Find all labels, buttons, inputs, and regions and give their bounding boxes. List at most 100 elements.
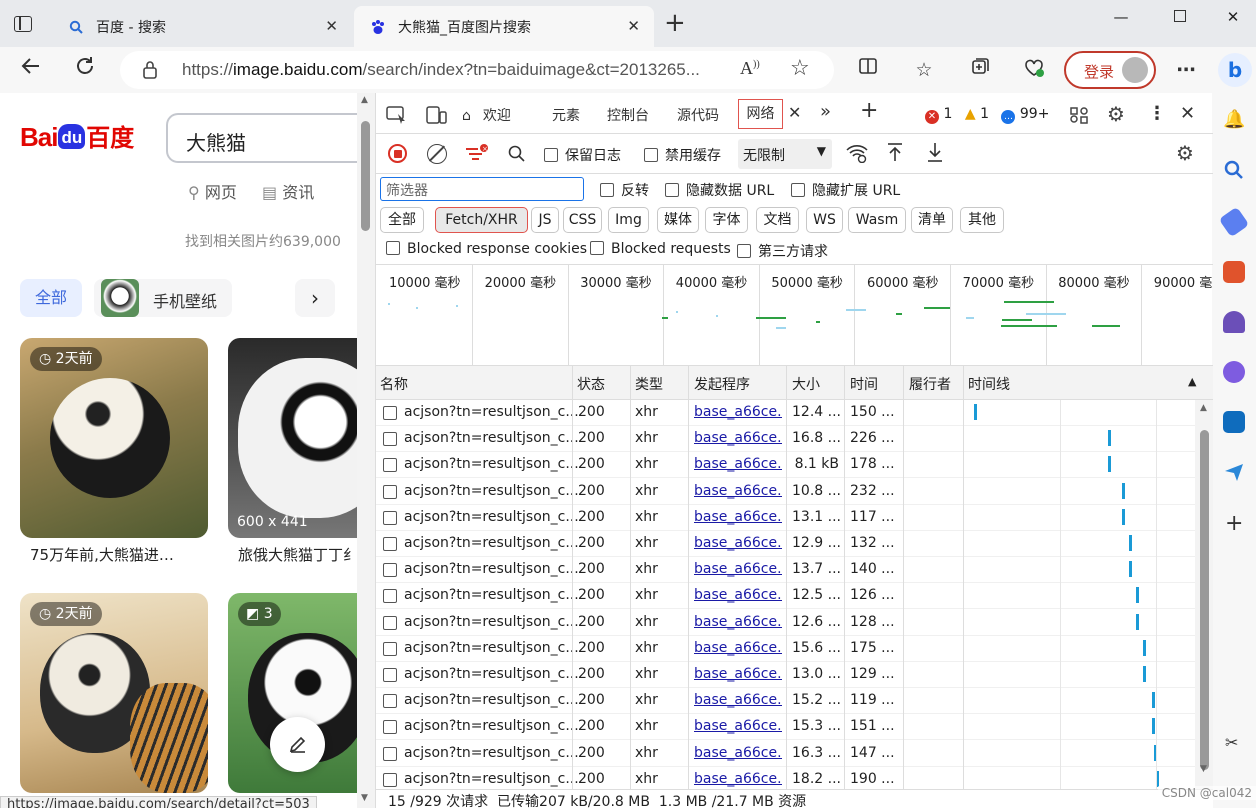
maximize-button[interactable] bbox=[1157, 4, 1203, 30]
export-har-icon[interactable] bbox=[926, 141, 944, 167]
cell-name[interactable]: acjson?tn=resultjson_c... bbox=[404, 666, 579, 682]
tab-network[interactable]: 网络 bbox=[738, 99, 783, 129]
cell-initiator[interactable]: base_a66ce... bbox=[694, 666, 782, 682]
edit-fab-button[interactable] bbox=[270, 717, 325, 772]
cell-initiator[interactable]: base_a66ce... bbox=[694, 745, 782, 761]
outlook-icon[interactable] bbox=[1223, 411, 1245, 433]
add-tab-icon[interactable]: + bbox=[860, 98, 878, 123]
invert-checkbox[interactable]: 反转 bbox=[600, 180, 649, 200]
image-card[interactable]: ◷ 2天前 bbox=[20, 338, 208, 538]
cell-initiator[interactable]: base_a66ce... bbox=[694, 456, 782, 472]
type-filter-other[interactable]: 其他 bbox=[960, 207, 1004, 233]
favorite-star-icon[interactable]: ☆ bbox=[790, 56, 810, 81]
tab-sources[interactable]: 源代码 bbox=[677, 105, 719, 125]
cell-name[interactable]: acjson?tn=resultjson_c... bbox=[404, 430, 579, 446]
games-icon[interactable] bbox=[1223, 311, 1245, 333]
screenshot-icon[interactable]: ✂ bbox=[1225, 733, 1238, 752]
shopping-tag-icon[interactable] bbox=[1218, 206, 1250, 238]
cell-name[interactable]: acjson?tn=resultjson_c... bbox=[404, 587, 579, 603]
checkbox[interactable] bbox=[600, 183, 614, 197]
tab-welcome[interactable]: ⌂ 欢迎 bbox=[462, 105, 511, 125]
cell-name[interactable]: acjson?tn=resultjson_c... bbox=[404, 535, 579, 551]
nav-web[interactable]: ⚲ 网页 bbox=[188, 179, 237, 203]
col-status[interactable]: 状态 bbox=[577, 374, 605, 394]
refresh-button[interactable] bbox=[70, 55, 100, 85]
close-icon[interactable]: ✕ bbox=[788, 103, 801, 122]
type-filter-css[interactable]: CSS bbox=[563, 207, 602, 233]
row-checkbox[interactable] bbox=[383, 641, 397, 656]
type-filter-wasm[interactable]: Wasm bbox=[848, 207, 906, 233]
image-caption[interactable]: 75万年前,大熊猫进… bbox=[30, 544, 174, 565]
cell-name[interactable]: acjson?tn=resultjson_c... bbox=[404, 614, 579, 630]
tab-baidu-search[interactable]: 百度 - 搜索 ✕ bbox=[52, 6, 352, 47]
cell-name[interactable]: acjson?tn=resultjson_c... bbox=[404, 483, 579, 499]
cell-name[interactable]: acjson?tn=resultjson_c... bbox=[404, 404, 579, 420]
cell-initiator[interactable]: base_a66ce... bbox=[694, 614, 782, 630]
more-menu-icon[interactable]: ⋯ bbox=[1172, 56, 1200, 84]
filter-input[interactable]: 筛选器 bbox=[380, 177, 584, 201]
type-filter-manifest[interactable]: 清单 bbox=[911, 207, 953, 233]
type-filter-all[interactable]: 全部 bbox=[380, 207, 424, 233]
clear-icon[interactable] bbox=[427, 144, 447, 164]
row-checkbox[interactable] bbox=[383, 406, 397, 420]
col-time[interactable]: 时间 bbox=[850, 374, 878, 394]
sort-ascending-icon[interactable]: ▲ bbox=[1188, 375, 1196, 388]
type-filter-font[interactable]: 字体 bbox=[705, 207, 748, 233]
type-filter-fetch-xhr[interactable]: Fetch/XHR bbox=[435, 207, 528, 233]
microsoft365-icon[interactable] bbox=[1223, 361, 1245, 383]
col-size[interactable]: 大小 bbox=[792, 374, 820, 394]
type-filter-img[interactable]: Img bbox=[608, 207, 649, 233]
back-button[interactable] bbox=[16, 55, 46, 85]
login-button[interactable]: 登录 bbox=[1064, 51, 1156, 89]
add-icon[interactable]: + bbox=[1225, 511, 1243, 536]
row-checkbox[interactable] bbox=[383, 720, 397, 735]
lock-icon[interactable] bbox=[142, 60, 158, 84]
tab-console[interactable]: 控制台 bbox=[607, 105, 649, 125]
cell-name[interactable]: acjson?tn=resultjson_c... bbox=[404, 771, 579, 787]
tab-actions-icon[interactable] bbox=[14, 16, 32, 32]
checkbox[interactable] bbox=[386, 241, 400, 255]
baidu-logo[interactable]: Bai du 百度 bbox=[20, 118, 134, 158]
image-card[interactable]: ◷ 2天前 bbox=[20, 593, 208, 793]
network-conditions-icon[interactable] bbox=[846, 143, 868, 167]
row-checkbox[interactable] bbox=[383, 484, 397, 499]
network-settings-gear-icon[interactable]: ⚙ bbox=[1176, 141, 1194, 165]
inspect-icon[interactable] bbox=[386, 105, 408, 129]
image-caption[interactable]: 旅俄大熊猫丁丁纟 bbox=[238, 544, 357, 565]
row-checkbox[interactable] bbox=[383, 458, 397, 473]
close-icon[interactable]: ✕ bbox=[325, 17, 338, 35]
close-devtools-icon[interactable]: ✕ bbox=[1180, 103, 1195, 124]
cell-initiator[interactable]: base_a66ce... bbox=[694, 535, 782, 551]
filter-wallpaper[interactable]: 手机壁纸 bbox=[94, 279, 232, 317]
row-checkbox[interactable] bbox=[383, 746, 397, 761]
search-box[interactable]: 大熊猫 bbox=[166, 113, 357, 163]
hide-data-url-checkbox[interactable]: 隐藏数据 URL bbox=[665, 180, 774, 200]
cell-name[interactable]: acjson?tn=resultjson_c... bbox=[404, 745, 579, 761]
settings-gear-icon[interactable]: ⚙ bbox=[1107, 102, 1125, 126]
disable-cache-checkbox[interactable]: 禁用缓存 bbox=[644, 145, 721, 165]
checkbox[interactable] bbox=[544, 148, 558, 162]
cell-initiator[interactable]: base_a66ce... bbox=[694, 640, 782, 656]
cell-initiator[interactable]: base_a66ce... bbox=[694, 718, 782, 734]
browser-essentials-icon[interactable] bbox=[1020, 56, 1048, 84]
collections-icon[interactable] bbox=[966, 56, 994, 84]
record-stop-button[interactable] bbox=[388, 144, 407, 163]
blocked-requests-checkbox[interactable]: Blocked requests bbox=[590, 241, 731, 257]
cell-initiator[interactable]: base_a66ce... bbox=[694, 692, 782, 708]
throttle-select[interactable]: 无限制 ▼ bbox=[738, 139, 832, 169]
image-card[interactable]: 600 x 441 bbox=[228, 338, 357, 538]
col-type[interactable]: 类型 bbox=[635, 374, 663, 394]
blocked-cookies-checkbox[interactable]: Blocked response cookies bbox=[386, 241, 587, 257]
row-checkbox[interactable] bbox=[383, 563, 397, 578]
read-aloud-icon[interactable]: A)) bbox=[740, 58, 760, 79]
col-initiator[interactable]: 发起程序 bbox=[694, 374, 750, 394]
network-overview[interactable]: 10000 毫秒 20000 毫秒 30000 毫秒 40000 毫秒 50000 毫秒… bbox=[376, 265, 1213, 365]
cell-initiator[interactable]: base_a66ce... bbox=[694, 430, 782, 446]
cell-initiator[interactable]: base_a66ce... bbox=[694, 483, 782, 499]
cell-name[interactable]: acjson?tn=resultjson_c... bbox=[404, 561, 579, 577]
row-checkbox[interactable] bbox=[383, 772, 397, 787]
cell-initiator[interactable]: base_a66ce... bbox=[694, 587, 782, 603]
row-checkbox[interactable] bbox=[383, 615, 397, 630]
col-waterfall[interactable]: 时间线 bbox=[968, 374, 1010, 394]
split-screen-icon[interactable] bbox=[854, 56, 882, 84]
